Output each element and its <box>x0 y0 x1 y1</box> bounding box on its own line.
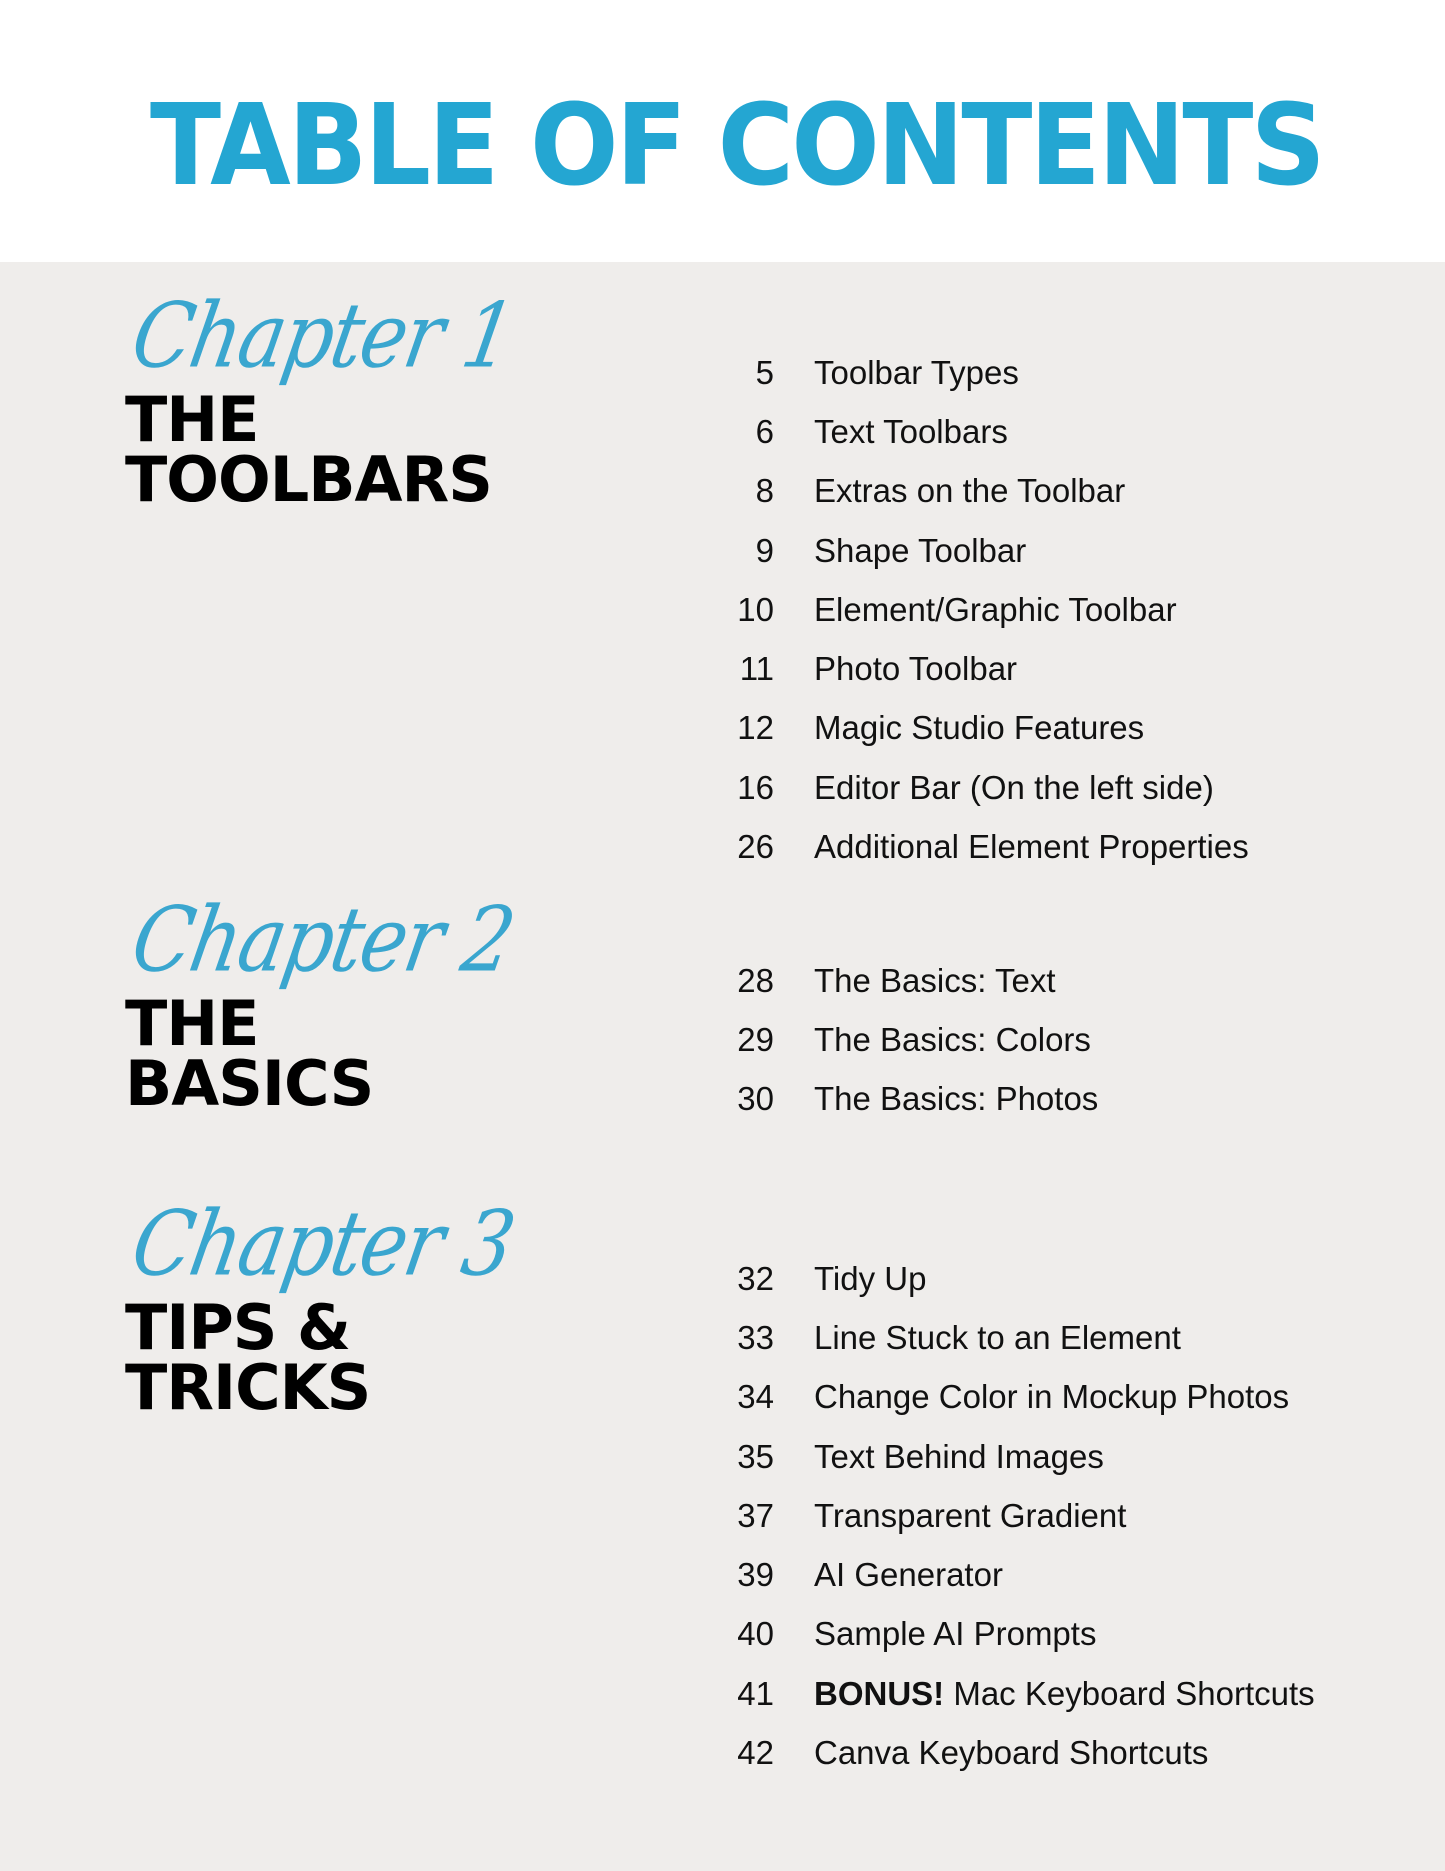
header-band: TABLE OF CONTENTS <box>0 0 1445 262</box>
toc-entry-label: Shape Toolbar <box>814 531 1027 569</box>
toc-entry[interactable]: 12 Magic Studio Features <box>700 699 1400 758</box>
toc-entry[interactable]: 41 BONUS! Mac Keyboard Shortcuts <box>700 1664 1400 1723</box>
toc-page-number: 11 <box>739 650 774 688</box>
toc-page-number: 10 <box>737 590 774 628</box>
toc-page-number: 16 <box>737 768 774 806</box>
toc-entry-label: Canva Keyboard Shortcuts <box>814 1734 1209 1772</box>
toc-page-number: 39 <box>737 1556 774 1594</box>
toc-page-number: 33 <box>737 1318 774 1356</box>
toc-entry-label: Change Color in Mockup Photos <box>814 1378 1290 1416</box>
toc-entry[interactable]: 30 The Basics: Photos <box>700 1070 1400 1129</box>
toc-page-number: 12 <box>737 709 774 747</box>
toc-entry[interactable]: 29 The Basics: Colors <box>700 1010 1400 1069</box>
toc-entry[interactable]: 28 The Basics: Text <box>700 951 1400 1010</box>
toc-entry-label: Transparent Gradient <box>814 1496 1127 1534</box>
toc-entry-label: Text Toolbars <box>814 412 1008 450</box>
toc-entry[interactable]: 5 Toolbar Types <box>700 343 1400 402</box>
toc-entry-label: The Basics: Colors <box>814 1020 1091 1058</box>
toc-entry-label: Photo Toolbar <box>814 650 1018 688</box>
chapter-3-title-line2: TRICKS <box>125 1351 371 1424</box>
toc-entry[interactable]: 6 Text Toolbars <box>700 402 1400 461</box>
chapter-1-entries: 5 Toolbar Types 6 Text Toolbars 8 Extras on… <box>700 343 1400 877</box>
toc-page-number: 35 <box>737 1437 774 1475</box>
chapter-1-script-label: Chapter 1 <box>124 284 521 389</box>
toc-entry[interactable]: 42 Canva Keyboard Shortcuts <box>700 1723 1400 1782</box>
toc-entry-label: Sample AI Prompts <box>814 1615 1097 1653</box>
toc-page-number: 8 <box>755 472 774 510</box>
chapter-3-heading: Chapter 3 TIPS & TRICKS <box>125 1193 521 1424</box>
toc-page-number: 41 <box>737 1674 774 1712</box>
chapter-2-heading: Chapter 2 THE BASICS <box>125 889 521 1120</box>
toc-entry[interactable]: 35 Text Behind Images <box>700 1427 1400 1486</box>
toc-page-number: 29 <box>737 1020 774 1058</box>
toc-entry[interactable]: 16 Editor Bar (On the left side) <box>700 758 1400 817</box>
toc-entry-label: Line Stuck to an Element <box>814 1318 1181 1356</box>
chapter-3-entries: 32 Tidy Up 33 Line Stuck to an Element 34 C… <box>700 1249 1400 1783</box>
chapter-3-script-label: Chapter 3 <box>124 1192 521 1297</box>
toc-page-number: 5 <box>755 353 774 391</box>
toc-page-number: 30 <box>737 1080 774 1118</box>
chapter-2-title-line1: THE <box>125 987 260 1060</box>
chapter-1-title-line1: THE <box>125 383 260 456</box>
chapter-1-title-line2: TOOLBARS <box>125 443 493 516</box>
toc-entry-label: Tidy Up <box>814 1259 927 1297</box>
toc-page-number: 37 <box>737 1496 774 1534</box>
toc-page-number: 32 <box>737 1259 774 1297</box>
toc-entry[interactable]: 39 AI Generator <box>700 1545 1400 1604</box>
chapter-3-title-line1: TIPS & <box>125 1291 351 1364</box>
toc-entry-label: BONUS! Mac Keyboard Shortcuts <box>814 1675 1315 1713</box>
toc-entry-label: Toolbar Types <box>814 353 1019 391</box>
page-title: TABLE OF CONTENTS <box>150 81 1326 211</box>
chapter-2-title-line2: BASICS <box>125 1047 374 1120</box>
toc-entry-label: Editor Bar (On the left side) <box>814 768 1214 806</box>
toc-entry[interactable]: 8 Extras on the Toolbar <box>700 462 1400 521</box>
toc-entry-label: AI Generator <box>814 1556 1003 1594</box>
toc-entry-label: Text Behind Images <box>814 1437 1104 1475</box>
toc-entry[interactable]: 32 Tidy Up <box>700 1249 1400 1308</box>
toc-page-number: 28 <box>737 961 774 999</box>
toc-page-number: 42 <box>737 1734 774 1772</box>
toc-entry-label-text: Mac Keyboard Shortcuts <box>944 1674 1315 1712</box>
chapter-1-heading: Chapter 1 THE TOOLBARS <box>125 285 521 516</box>
chapter-2-script-label: Chapter 2 <box>124 888 521 993</box>
toc-entry-label: The Basics: Text <box>814 961 1056 999</box>
toc-page-number: 34 <box>737 1378 774 1416</box>
toc-entry[interactable]: 10 Element/Graphic Toolbar <box>700 580 1400 639</box>
toc-page-number: 6 <box>755 412 774 450</box>
toc-entry-label: Additional Element Properties <box>814 828 1249 866</box>
toc-entry[interactable]: 9 Shape Toolbar <box>700 521 1400 580</box>
toc-entry[interactable]: 34 Change Color in Mockup Photos <box>700 1368 1400 1427</box>
toc-entry-label: Element/Graphic Toolbar <box>814 590 1177 628</box>
toc-entry[interactable]: 11 Photo Toolbar <box>700 639 1400 698</box>
toc-entry-label: Magic Studio Features <box>814 709 1145 747</box>
toc-page-number: 40 <box>737 1615 774 1653</box>
bonus-prefix: BONUS! <box>814 1674 945 1712</box>
toc-page-number: 26 <box>737 828 774 866</box>
chapter-2-entries: 28 The Basics: Text 29 The Basics: Colors … <box>700 951 1400 1129</box>
toc-entry[interactable]: 40 Sample AI Prompts <box>700 1605 1400 1664</box>
toc-entry[interactable]: 37 Transparent Gradient <box>700 1486 1400 1545</box>
toc-entry-label: Extras on the Toolbar <box>814 472 1126 510</box>
toc-entry[interactable]: 26 Additional Element Properties <box>700 817 1400 876</box>
toc-entry-label: The Basics: Photos <box>814 1080 1099 1118</box>
toc-page-number: 9 <box>755 531 774 569</box>
toc-entry[interactable]: 33 Line Stuck to an Element <box>700 1308 1400 1367</box>
